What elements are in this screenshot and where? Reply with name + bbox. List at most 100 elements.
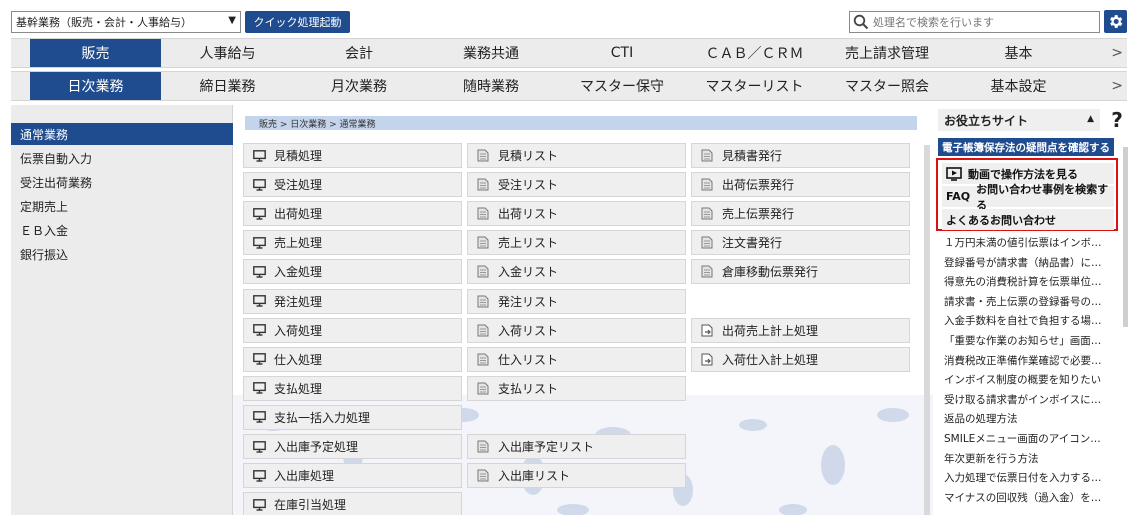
monitor-icon xyxy=(252,265,266,278)
quick-launch-button[interactable]: クイック処理起動 xyxy=(245,11,350,33)
main-scrollbar[interactable] xyxy=(924,145,930,515)
process-button[interactable]: 仕入処理 xyxy=(243,346,462,372)
process-button[interactable]: 支払一括入力処理 xyxy=(243,404,462,430)
faq-link[interactable]: 消費税改正準備作業確認で必要… xyxy=(944,351,1112,370)
faq-search-link[interactable]: FAQ お問い合わせ事例を検索する xyxy=(942,183,1114,212)
faq-link[interactable]: 返品の処理方法 xyxy=(944,409,1112,428)
process-button[interactable]: 入出庫予定リスト xyxy=(467,434,686,459)
nav-tab-common[interactable]: 業務共通 xyxy=(424,39,558,67)
process-button[interactable]: 入荷リスト xyxy=(467,317,686,343)
nav-tab-monthly[interactable]: 月次業務 xyxy=(294,72,424,100)
faq-link[interactable]: 年次更新を行う方法 xyxy=(944,449,1112,468)
nav-tab-accounting[interactable]: 会計 xyxy=(294,39,424,67)
nav-tab-daily[interactable]: 日次業務 xyxy=(30,72,161,100)
settings-button[interactable] xyxy=(1104,10,1127,33)
monitor-icon xyxy=(252,207,266,220)
monitor-icon xyxy=(252,353,266,365)
monitor-icon xyxy=(252,295,266,307)
sidebar-item-order-shipping[interactable]: 受注出荷業務 xyxy=(11,171,233,193)
faq-link[interactable]: 得意先の消費税計算を伝票単位… xyxy=(944,272,1112,291)
nav-tab-sales[interactable]: 販売 xyxy=(30,39,161,67)
process-button[interactable]: 入出庫リスト xyxy=(467,463,686,489)
nav-tab-basic-settings[interactable]: 基本設定 xyxy=(951,72,1086,100)
process-button[interactable]: 見積書発行 xyxy=(691,143,910,168)
process-label: 入荷リスト xyxy=(498,323,559,338)
process-button[interactable]: 見積リスト xyxy=(467,143,686,168)
sidebar-item-eb-payment[interactable]: ＥＢ入金 xyxy=(11,219,233,241)
sidebar-item-auto-slip[interactable]: 伝票自動入力 xyxy=(11,147,233,169)
process-label: 在庫引当処理 xyxy=(274,498,347,513)
nav-tab-master-list[interactable]: マスターリスト xyxy=(686,72,823,100)
process-button[interactable]: 出荷リスト xyxy=(467,201,686,227)
process-button[interactable]: 売上リスト xyxy=(467,230,686,256)
faq-link[interactable]: マイナスの回収残（過入金）を… xyxy=(944,488,1112,507)
nav-tab-master-inquiry[interactable]: マスター照会 xyxy=(823,72,951,100)
process-button[interactable]: 受注リスト xyxy=(467,172,686,198)
faq-link[interactable]: インボイス制度の概要を知りたい xyxy=(944,370,1112,389)
faq-link[interactable]: 請求書・売上伝票の登録番号の… xyxy=(944,292,1112,311)
report-icon xyxy=(477,236,489,249)
faq-link[interactable]: SMILEメニュー画面のアイコン… xyxy=(944,429,1112,448)
task-nav: 日次業務 締日業務 月次業務 随時業務 マスター保守 マスターリスト マスター照… xyxy=(11,71,1127,101)
process-button[interactable]: 仕入リスト xyxy=(467,346,686,372)
process-search-box[interactable] xyxy=(849,11,1100,33)
process-label: 見積リスト xyxy=(498,149,559,163)
faq-link[interactable]: 入金手数料を自社で負担する場… xyxy=(944,311,1112,330)
process-button[interactable]: 出荷伝票発行 xyxy=(691,172,910,198)
process-button[interactable]: 発注処理 xyxy=(243,288,462,314)
process-button[interactable]: 出荷処理 xyxy=(243,201,462,227)
nav-tab-closing[interactable]: 締日業務 xyxy=(161,72,294,100)
help-icon[interactable]: ? xyxy=(1106,108,1128,132)
nav-tab-hr-payroll[interactable]: 人事給与 xyxy=(161,39,294,67)
process-button[interactable]: 在庫引当処理 xyxy=(243,492,462,515)
process-button[interactable]: 入出庫処理 xyxy=(243,463,462,489)
process-icon xyxy=(252,236,266,250)
process-button[interactable]: 売上伝票発行 xyxy=(691,201,910,227)
report-icon xyxy=(701,236,713,249)
faq-link[interactable]: 「重要な作業のお知らせ」画面… xyxy=(944,331,1112,350)
process-label: 仕入処理 xyxy=(274,352,323,367)
useful-sites-header[interactable]: お役立ちサイト ▲ xyxy=(938,109,1100,131)
process-button[interactable]: 見積処理 xyxy=(243,143,462,168)
process-button[interactable]: 支払リスト xyxy=(467,375,686,401)
nav-tab-billing[interactable]: 売上請求管理 xyxy=(823,39,951,67)
process-button[interactable]: 出荷売上計上処理 xyxy=(691,317,910,343)
chevron-right-icon[interactable]: > xyxy=(1111,45,1123,61)
nav-tab-master-maint[interactable]: マスター保守 xyxy=(558,72,686,100)
faq-link[interactable]: 入力処理で伝票日付を入力する… xyxy=(944,468,1112,487)
nav-tab-basic[interactable]: 基本 xyxy=(951,39,1086,67)
process-icon xyxy=(252,149,266,163)
process-button[interactable]: 入荷仕入計上処理 xyxy=(691,346,910,372)
faq-link[interactable]: 登録番号が請求書（納品書）に… xyxy=(944,253,1112,272)
process-icon xyxy=(476,352,490,366)
process-button[interactable]: 入金リスト xyxy=(467,259,686,285)
sidebar-item-periodic-sales[interactable]: 定期売上 xyxy=(11,195,233,217)
process-label: 見積書発行 xyxy=(722,149,783,163)
process-label: 入出庫予定リスト xyxy=(498,440,595,454)
process-button[interactable]: 入荷処理 xyxy=(243,317,462,343)
process-button[interactable]: 発注リスト xyxy=(467,288,686,314)
process-button[interactable]: 受注処理 xyxy=(243,172,462,198)
faq-link[interactable]: 受け取る請求書がインボイスに… xyxy=(944,390,1112,409)
search-input[interactable] xyxy=(873,15,1093,29)
chevron-right-icon[interactable]: > xyxy=(1111,78,1123,94)
sidebar-item-normal[interactable]: 通常業務 xyxy=(11,123,233,145)
process-label: 受注処理 xyxy=(274,178,323,193)
process-button[interactable]: 入金処理 xyxy=(243,259,462,285)
process-label: 出荷処理 xyxy=(274,207,323,222)
sidebar-item-bank-transfer[interactable]: 銀行振込 xyxy=(11,243,233,265)
business-mode-select[interactable]: 基幹業務（販売・会計・人事給与） ▼ xyxy=(11,11,241,33)
process-button[interactable]: 入出庫予定処理 xyxy=(243,434,462,459)
help-scrollbar[interactable] xyxy=(1123,147,1128,327)
common-questions-link[interactable]: よくあるお問い合わせ xyxy=(942,209,1114,230)
e-book-law-banner[interactable]: 電子帳簿保存法の疑問点を確認する xyxy=(938,138,1114,156)
process-button[interactable]: 注文書発行 xyxy=(691,230,910,256)
nav-tab-cti[interactable]: CTI xyxy=(558,39,686,67)
process-button[interactable]: 支払処理 xyxy=(243,375,462,401)
process-button[interactable]: 売上処理 xyxy=(243,230,462,256)
nav-tab-occasional[interactable]: 随時業務 xyxy=(424,72,558,100)
process-button[interactable]: 倉庫移動伝票発行 xyxy=(691,259,910,285)
nav-tab-cab-crm[interactable]: ＣＡＢ／ＣＲＭ xyxy=(686,39,823,67)
faq-link[interactable]: １万円未満の値引伝票はインボ… xyxy=(944,233,1112,252)
report-icon xyxy=(477,207,489,220)
